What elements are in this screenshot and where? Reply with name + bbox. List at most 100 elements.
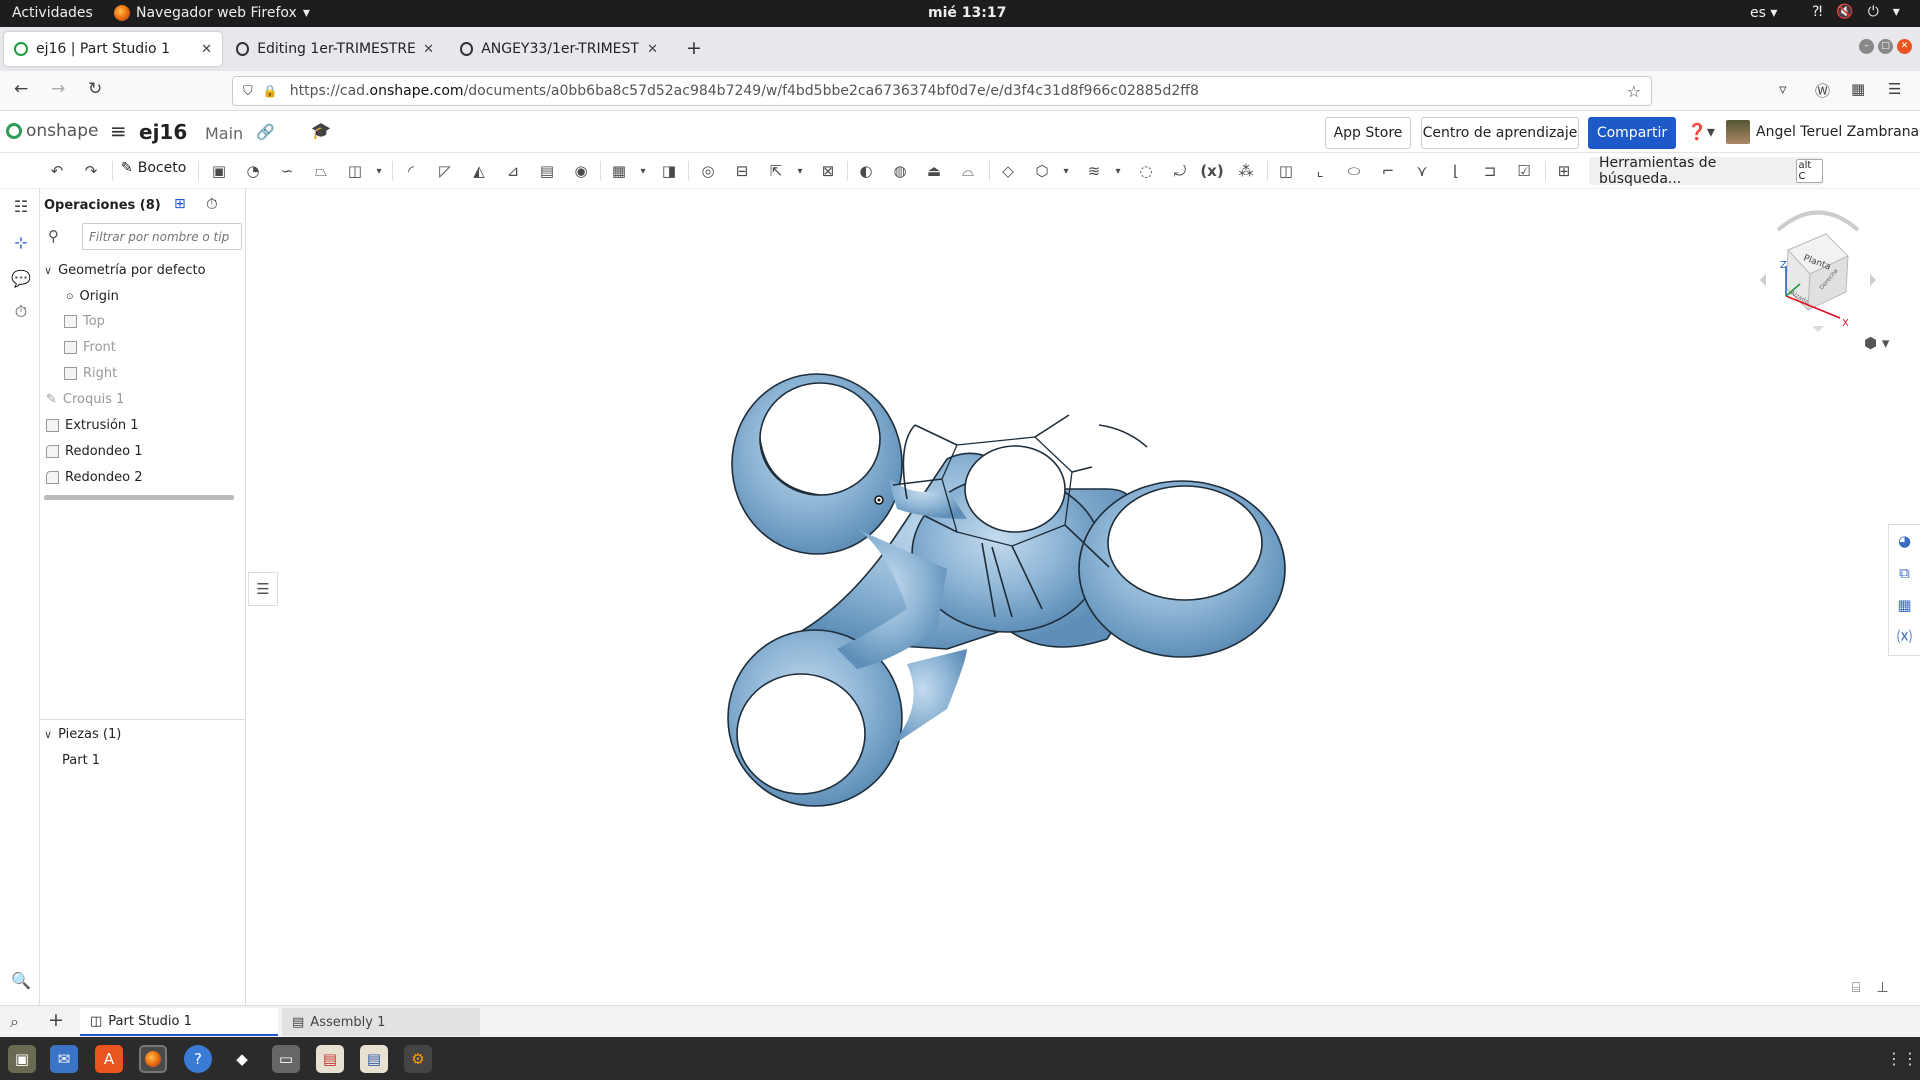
onshape-logo[interactable]: onshape xyxy=(6,121,98,141)
rotate-down-icon[interactable] xyxy=(1812,326,1824,332)
bend-icon[interactable]: ⌐ xyxy=(1377,160,1399,182)
menu-icon[interactable]: ☰ xyxy=(1888,80,1901,98)
firefox-dock-icon[interactable] xyxy=(139,1045,167,1073)
configurations-panel-icon[interactable]: ▦ xyxy=(1889,589,1920,621)
mass-properties-icon[interactable]: ⧉ xyxy=(1889,557,1920,589)
pocket-icon[interactable]: ▿ xyxy=(1779,80,1787,98)
view-options-cube-icon[interactable]: ⬢ ▾ xyxy=(1864,334,1889,352)
loft-icon[interactable]: ⏢ xyxy=(310,160,332,182)
parts-group[interactable]: ∨ Piezas (1) xyxy=(44,727,121,742)
finish-sheet-icon[interactable]: ☑ xyxy=(1513,160,1535,182)
system-tray[interactable]: ⁈ 🔇 ⏻ ▾ xyxy=(1812,4,1900,20)
form-icon[interactable]: ⋎ xyxy=(1411,160,1433,182)
language-indicator[interactable]: es ▾ xyxy=(1750,5,1777,21)
avatar[interactable] xyxy=(1726,120,1750,144)
measure-icon[interactable]: ⊥ xyxy=(1876,980,1888,996)
forward-icon[interactable]: → xyxy=(51,79,65,99)
mate-connector-icon[interactable]: ⬡ xyxy=(1031,160,1053,182)
view-cube[interactable]: Planta Alzado Derecha Z X xyxy=(1758,200,1878,340)
learning-center-button[interactable]: Centro de aprendizaje xyxy=(1421,117,1579,149)
draft-icon[interactable]: ◭ xyxy=(468,160,490,182)
hole-icon[interactable]: ◉ xyxy=(570,160,592,182)
text-document-icon[interactable]: ▤ xyxy=(360,1045,388,1073)
insert-icon[interactable]: ⊹ xyxy=(10,231,32,253)
feature-fillet-2[interactable]: Redondeo 2 xyxy=(46,470,143,485)
tab-icon[interactable]: ⬭ xyxy=(1343,160,1365,182)
inkscape-icon[interactable]: ◆ xyxy=(228,1045,256,1073)
variable-icon[interactable]: (x) xyxy=(1200,160,1223,182)
chamfer-icon[interactable]: ◸ xyxy=(434,160,456,182)
browser-tab-github-edit[interactable]: Editing 1er-TRIMESTRE/3 ✕ xyxy=(226,32,444,66)
plane-top-item[interactable]: Top xyxy=(64,314,105,329)
help-icon[interactable]: ❓▾ xyxy=(1687,122,1715,141)
software-center-icon[interactable]: A xyxy=(95,1045,123,1073)
replace-face-icon[interactable]: ⌓ xyxy=(957,160,979,182)
rollback-timer-icon[interactable]: ⏱ xyxy=(206,195,218,213)
fillet-icon[interactable]: ◜ xyxy=(400,160,422,182)
back-icon[interactable]: ← xyxy=(14,79,28,99)
sweep-icon[interactable]: ∽ xyxy=(276,160,298,182)
redo-icon[interactable]: ↷ xyxy=(80,160,102,182)
document-viewer-icon[interactable]: ▤ xyxy=(316,1045,344,1073)
modify-fillet-icon[interactable]: ◐ xyxy=(855,160,877,182)
tab-assembly-1[interactable]: ▤ Assembly 1 xyxy=(282,1008,480,1036)
close-tab-icon[interactable]: ✕ xyxy=(647,42,658,57)
fidget-spinner-model[interactable] xyxy=(247,189,1887,1005)
linear-pattern-icon[interactable]: ▦ xyxy=(608,160,630,182)
thicken-icon[interactable]: ◫ xyxy=(344,160,366,182)
close-window-icon[interactable]: ✕ xyxy=(1897,39,1912,54)
mirror-icon[interactable]: ◨ xyxy=(658,160,680,182)
thunderbird-icon[interactable]: ✉ xyxy=(50,1045,78,1073)
appearance-icon[interactable]: ◕ xyxy=(1889,525,1920,557)
feature-filter-input[interactable] xyxy=(82,223,242,250)
extension-w-icon[interactable]: Ⓦ xyxy=(1815,80,1830,101)
chevron-down-icon[interactable]: ▾ xyxy=(1055,160,1077,182)
custom-feature-icon[interactable]: ⊞ xyxy=(1553,160,1575,182)
clock[interactable]: mié 13:17 xyxy=(928,5,1006,21)
file-manager-icon[interactable]: ▭ xyxy=(272,1045,300,1073)
search-tools-field[interactable]: Herramientas de búsqueda... alt C xyxy=(1589,155,1823,187)
chevron-down-icon[interactable]: ▾ xyxy=(632,160,654,182)
feature-sketch-1[interactable]: ✎ Croquis 1 xyxy=(46,392,124,407)
sketch-button[interactable]: ✎ Boceto xyxy=(121,160,186,176)
revolve-icon[interactable]: ◔ xyxy=(242,160,264,182)
app-store-button[interactable]: App Store xyxy=(1325,117,1411,149)
branch-name[interactable]: Main xyxy=(205,124,243,143)
plane-right-item[interactable]: Right xyxy=(64,366,117,381)
part-item[interactable]: Part 1 xyxy=(62,753,100,768)
rib-icon[interactable]: ⊿ xyxy=(502,160,524,182)
add-folder-icon[interactable]: ⊞ xyxy=(174,196,186,212)
close-tab-icon[interactable]: ✕ xyxy=(201,42,212,57)
move-face-icon[interactable]: ⏏ xyxy=(923,160,945,182)
fit-spline-icon[interactable]: ⤾ xyxy=(1169,160,1191,182)
feature-extrude-1[interactable]: Extrusión 1 xyxy=(46,418,139,433)
shell-icon[interactable]: ▤ xyxy=(536,160,558,182)
boolean-icon[interactable]: ◎ xyxy=(697,160,719,182)
containers-icon[interactable]: ▦ xyxy=(1851,80,1865,98)
new-tab-button[interactable]: + xyxy=(686,37,702,59)
search-icon[interactable]: 🔍 xyxy=(10,969,32,991)
helix-icon[interactable]: ≋ xyxy=(1083,160,1105,182)
transform-icon[interactable]: ⇱ xyxy=(765,160,787,182)
reload-icon[interactable]: ↻ xyxy=(88,79,102,99)
maximize-icon[interactable]: □ xyxy=(1878,39,1893,54)
help-dock-icon[interactable]: ? xyxy=(184,1045,212,1073)
feature-list-icon[interactable]: ☷ xyxy=(10,195,32,217)
user-menu[interactable]: Angel Teruel Zambrana ▾ xyxy=(1756,124,1920,140)
extrude-icon[interactable]: ▣ xyxy=(208,160,230,182)
chevron-down-icon[interactable]: ▾ xyxy=(368,160,390,182)
show-applications-icon[interactable]: ⋮⋮⋮ xyxy=(1886,1049,1920,1068)
undo-icon[interactable]: ↶ xyxy=(46,160,68,182)
rollback-bar[interactable] xyxy=(44,495,234,500)
filter-icon[interactable]: ⚲ xyxy=(48,227,59,245)
minimize-icon[interactable]: – xyxy=(1859,39,1874,54)
url-bar[interactable]: ⛉ 🔒 https://cad.onshape.com/documents/a0… xyxy=(232,76,1652,106)
graphics-viewport[interactable] xyxy=(247,189,1887,1005)
link-icon[interactable]: 🔗 xyxy=(256,123,275,141)
rotate-left-icon[interactable] xyxy=(1760,274,1766,286)
delete-part-icon[interactable]: ⊠ xyxy=(817,160,839,182)
variables-panel-icon[interactable]: ⒳ xyxy=(1889,621,1920,653)
shield-icon[interactable]: ⛉ xyxy=(243,84,253,99)
configurations-icon[interactable]: ⁂ xyxy=(1235,160,1257,182)
chevron-down-icon[interactable]: ▾ xyxy=(789,160,811,182)
